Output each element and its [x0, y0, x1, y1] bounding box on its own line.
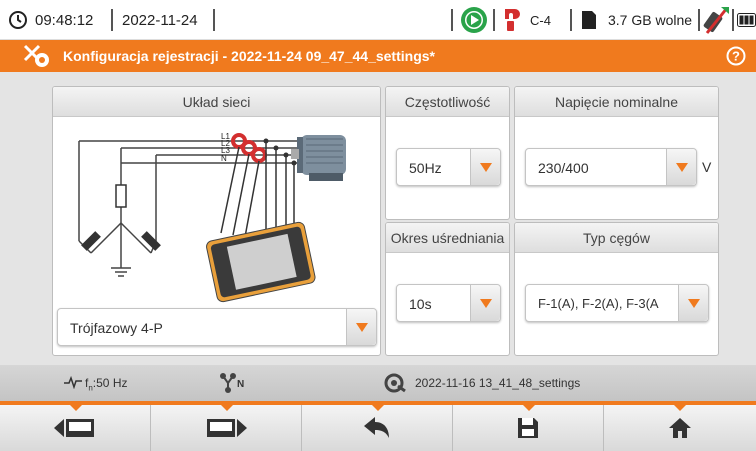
- back-button[interactable]: [302, 405, 453, 451]
- back-arrow-icon: [364, 417, 389, 438]
- frequency-value: 50Hz: [409, 160, 442, 176]
- frequency-dropdown[interactable]: 50Hz: [396, 148, 501, 186]
- clamp-type-header: Typ cęgów: [515, 223, 718, 253]
- averaging-period-dropdown[interactable]: 10s: [396, 284, 501, 322]
- date-text: 2022-11-24: [122, 11, 198, 29]
- network-system-value: Trójfazowy 4-P: [70, 320, 163, 336]
- previous-screen-button[interactable]: [0, 405, 151, 451]
- svg-text:?: ?: [732, 49, 740, 64]
- storage-free-text: 3.7 GB wolne: [608, 12, 693, 28]
- phase-label-n: N: [221, 154, 227, 163]
- clamp-type-dropdown[interactable]: F-1(A), F-2(A), F-3(A: [525, 284, 709, 322]
- waveform-icon: [64, 375, 82, 392]
- sd-card-icon: [581, 0, 597, 40]
- clock-icon: [8, 0, 28, 40]
- bottom-toolbar: [0, 401, 756, 451]
- clamp-type-panel: Typ cęgów F-1(A), F-2(A), F-3(A: [514, 222, 719, 356]
- clamp-icon: [502, 0, 520, 40]
- clamp-label: C-4: [530, 12, 551, 28]
- nominal-voltage-dropdown[interactable]: 230/400: [525, 148, 697, 186]
- info-bar: fn:50 Hz N 2022-11-16 13_41_48_settings: [0, 365, 756, 401]
- nominal-voltage-value: 230/400: [538, 160, 589, 176]
- usb-disabled-icon: [703, 0, 731, 40]
- status-bar: 09:48:12 2022-11-24 C-4 3.7 GB wolne: [0, 0, 756, 40]
- next-screen-icon: [207, 419, 247, 437]
- network-system-header: Układ sieci: [53, 87, 380, 117]
- frequency-panel: Częstotliwość 50Hz: [385, 86, 510, 220]
- settings-file-icon: [384, 372, 406, 397]
- settings-tools-icon: [22, 43, 52, 74]
- nominal-voltage-header: Napięcie nominalne: [515, 87, 718, 117]
- save-icon: [518, 418, 538, 438]
- voltage-unit: V: [702, 159, 712, 175]
- averaging-period-header: Okres uśredniania: [386, 223, 509, 253]
- home-button[interactable]: [604, 405, 756, 451]
- chevron-down-icon[interactable]: [346, 309, 376, 345]
- page-title: Konfiguracja rejestracji - 2022-11-24 09…: [63, 48, 435, 64]
- chevron-down-icon[interactable]: [678, 285, 708, 321]
- chevron-down-icon[interactable]: [666, 149, 696, 185]
- title-bar: Konfiguracja rejestracji - 2022-11-24 09…: [0, 40, 756, 72]
- frequency-header: Częstotliwość: [386, 87, 509, 117]
- wiring-diagram: L1 L2 L3 N: [61, 123, 371, 308]
- chevron-down-icon[interactable]: [470, 149, 500, 185]
- averaging-period-panel: Okres uśredniania 10s: [385, 222, 510, 356]
- network-system-panel: Układ sieci L1 L2 L3 N Trójfazowy 4-P: [52, 86, 381, 356]
- chevron-down-icon[interactable]: [470, 285, 500, 321]
- next-screen-button[interactable]: [151, 405, 302, 451]
- network-system-dropdown[interactable]: Trójfazowy 4-P: [57, 308, 377, 346]
- recording-play-icon[interactable]: [460, 0, 488, 40]
- battery-icon: [737, 0, 756, 40]
- help-icon[interactable]: ?: [726, 46, 746, 71]
- clamp-type-value: F-1(A), F-2(A), F-3(A: [538, 296, 659, 311]
- home-icon: [669, 418, 691, 438]
- settings-file-name: 2022-11-16 13_41_48_settings: [415, 376, 581, 390]
- save-button[interactable]: [453, 405, 604, 451]
- network-neutral-label: N: [237, 379, 245, 390]
- averaging-period-value: 10s: [409, 296, 432, 312]
- time-text: 09:48:12: [35, 11, 94, 29]
- nominal-voltage-panel: Napięcie nominalne 230/400 V: [514, 86, 719, 220]
- previous-screen-icon: [54, 419, 94, 437]
